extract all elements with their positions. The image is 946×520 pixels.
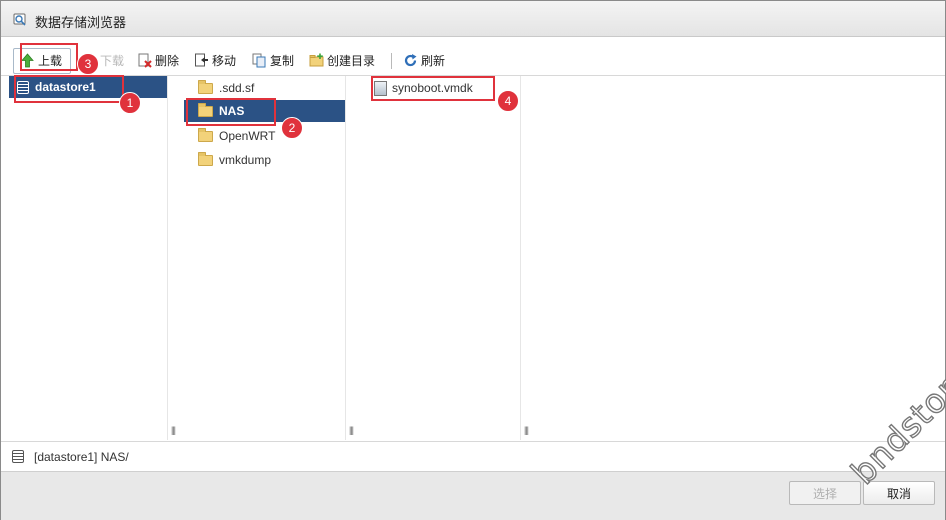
delete-label: 删除 — [155, 53, 180, 68]
datastore-column: datastore1 — [9, 76, 167, 440]
folder-label: OpenWRT — [219, 129, 276, 143]
resize-grip: ||| — [349, 425, 354, 435]
highlight-box-nas — [186, 98, 276, 126]
column-resize-handle[interactable]: ||| — [345, 76, 363, 440]
dialog-titlebar: 数据存储浏览器 — [1, 1, 945, 37]
detail-column — [537, 76, 937, 440]
dialog-footer: 选择 取消 — [1, 471, 945, 520]
folder-icon — [198, 79, 213, 94]
folder-item[interactable]: vmkdump — [184, 149, 345, 171]
path-bar: [datastore1] NAS/ — [1, 441, 945, 471]
column-resize-handle[interactable]: ||| — [520, 76, 538, 440]
move-file-icon — [195, 53, 208, 66]
current-path: [datastore1] NAS/ — [34, 449, 129, 464]
resize-grip: ||| — [524, 425, 529, 435]
new-folder-icon — [309, 53, 324, 66]
folder-label: vmkdump — [219, 153, 272, 167]
delete-file-icon — [138, 53, 152, 68]
step-badge-2: 2 — [281, 117, 303, 139]
copy-file-icon — [252, 53, 266, 67]
delete-button[interactable]: 删除 — [137, 49, 179, 71]
highlight-box-datastore — [14, 75, 124, 103]
refresh-icon — [404, 53, 417, 66]
create-directory-button[interactable]: 创建目录 — [309, 49, 375, 71]
folder-icon — [198, 127, 213, 142]
refresh-button[interactable]: 刷新 — [403, 49, 445, 71]
toolbar: 上载 下载 删除 移动 复制 创建目录 刷新 — [1, 43, 945, 76]
create-directory-label: 创建目录 — [327, 53, 376, 68]
datastore-browser-dialog: 数据存储浏览器 上载 下载 删除 移动 复制 创建目录 刷新 datastore… — [0, 0, 946, 520]
column-resize-handle[interactable]: ||| — [167, 76, 185, 440]
step-badge-4: 4 — [497, 90, 519, 112]
dialog-title: 数据存储浏览器 — [35, 15, 127, 30]
download-label: 下载 — [100, 53, 125, 68]
highlight-box-upload — [20, 43, 78, 71]
folder-icon — [198, 151, 213, 166]
folder-item[interactable]: .sdd.sf — [184, 77, 345, 99]
highlight-box-file — [371, 76, 495, 101]
refresh-label: 刷新 — [421, 53, 446, 68]
folder-label: .sdd.sf — [219, 81, 255, 95]
file-column: synoboot.vmdk — [362, 76, 520, 440]
folder-column: .sdd.sf NAS OpenWRT vmkdump — [184, 76, 345, 440]
move-label: 移动 — [212, 53, 237, 68]
step-badge-3: 3 — [77, 53, 99, 75]
copy-button[interactable]: 复制 — [252, 49, 294, 71]
select-button[interactable]: 选择 — [789, 481, 861, 505]
copy-label: 复制 — [270, 53, 295, 68]
step-badge-1: 1 — [119, 92, 141, 114]
folder-item[interactable]: OpenWRT — [184, 125, 345, 147]
resize-grip: ||| — [171, 425, 176, 435]
toolbar-separator — [391, 53, 392, 69]
move-button[interactable]: 移动 — [194, 49, 236, 71]
datastore-icon — [12, 450, 24, 463]
datastore-browser-icon — [13, 13, 26, 26]
